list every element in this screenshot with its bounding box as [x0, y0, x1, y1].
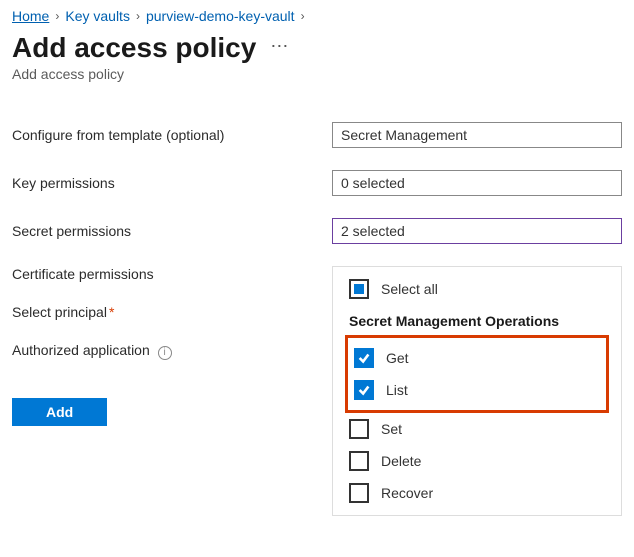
highlight-annotation: Get List [345, 335, 609, 413]
authorized-app-label: Authorized application i [12, 342, 332, 360]
checkbox-checked-icon [354, 348, 374, 368]
template-select[interactable]: Secret Management [332, 122, 622, 148]
option-recover-label: Recover [381, 485, 433, 501]
certificate-permissions-label: Certificate permissions [12, 266, 332, 282]
add-button[interactable]: Add [12, 398, 107, 426]
option-get[interactable]: Get [350, 342, 604, 374]
more-icon[interactable]: ⋯ [270, 36, 288, 61]
chevron-right-icon: › [136, 9, 140, 23]
chevron-right-icon: › [301, 9, 305, 23]
option-get-label: Get [386, 350, 409, 366]
page-title: Add access policy [12, 32, 256, 64]
secret-permissions-dropdown: Select all Secret Management Operations … [332, 266, 622, 516]
checkbox-icon [349, 483, 369, 503]
checkbox-icon [349, 451, 369, 471]
breadcrumb: Home › Key vaults › purview-demo-key-vau… [12, 8, 622, 24]
option-delete[interactable]: Delete [333, 445, 621, 477]
select-all-option[interactable]: Select all [333, 273, 621, 305]
dropdown-group-header: Secret Management Operations [333, 305, 621, 335]
breadcrumb-vault[interactable]: purview-demo-key-vault [146, 8, 295, 24]
key-permissions-label: Key permissions [12, 175, 332, 191]
checkbox-partial-icon [349, 279, 369, 299]
breadcrumb-keyvaults[interactable]: Key vaults [65, 8, 130, 24]
page-subtitle: Add access policy [12, 66, 622, 82]
option-set-label: Set [381, 421, 402, 437]
option-list-label: List [386, 382, 408, 398]
template-label: Configure from template (optional) [12, 127, 332, 143]
info-icon[interactable]: i [158, 346, 172, 360]
breadcrumb-home[interactable]: Home [12, 8, 49, 24]
key-permissions-select[interactable]: 0 selected [332, 170, 622, 196]
option-recover[interactable]: Recover [333, 477, 621, 509]
select-all-label: Select all [381, 281, 438, 297]
option-list[interactable]: List [350, 374, 604, 406]
secret-permissions-select[interactable]: 2 selected [332, 218, 622, 244]
option-delete-label: Delete [381, 453, 421, 469]
select-principal-label: Select principal* [12, 304, 332, 320]
checkbox-checked-icon [354, 380, 374, 400]
checkbox-icon [349, 419, 369, 439]
chevron-right-icon: › [55, 9, 59, 23]
secret-permissions-label: Secret permissions [12, 223, 332, 239]
option-set[interactable]: Set [333, 413, 621, 445]
